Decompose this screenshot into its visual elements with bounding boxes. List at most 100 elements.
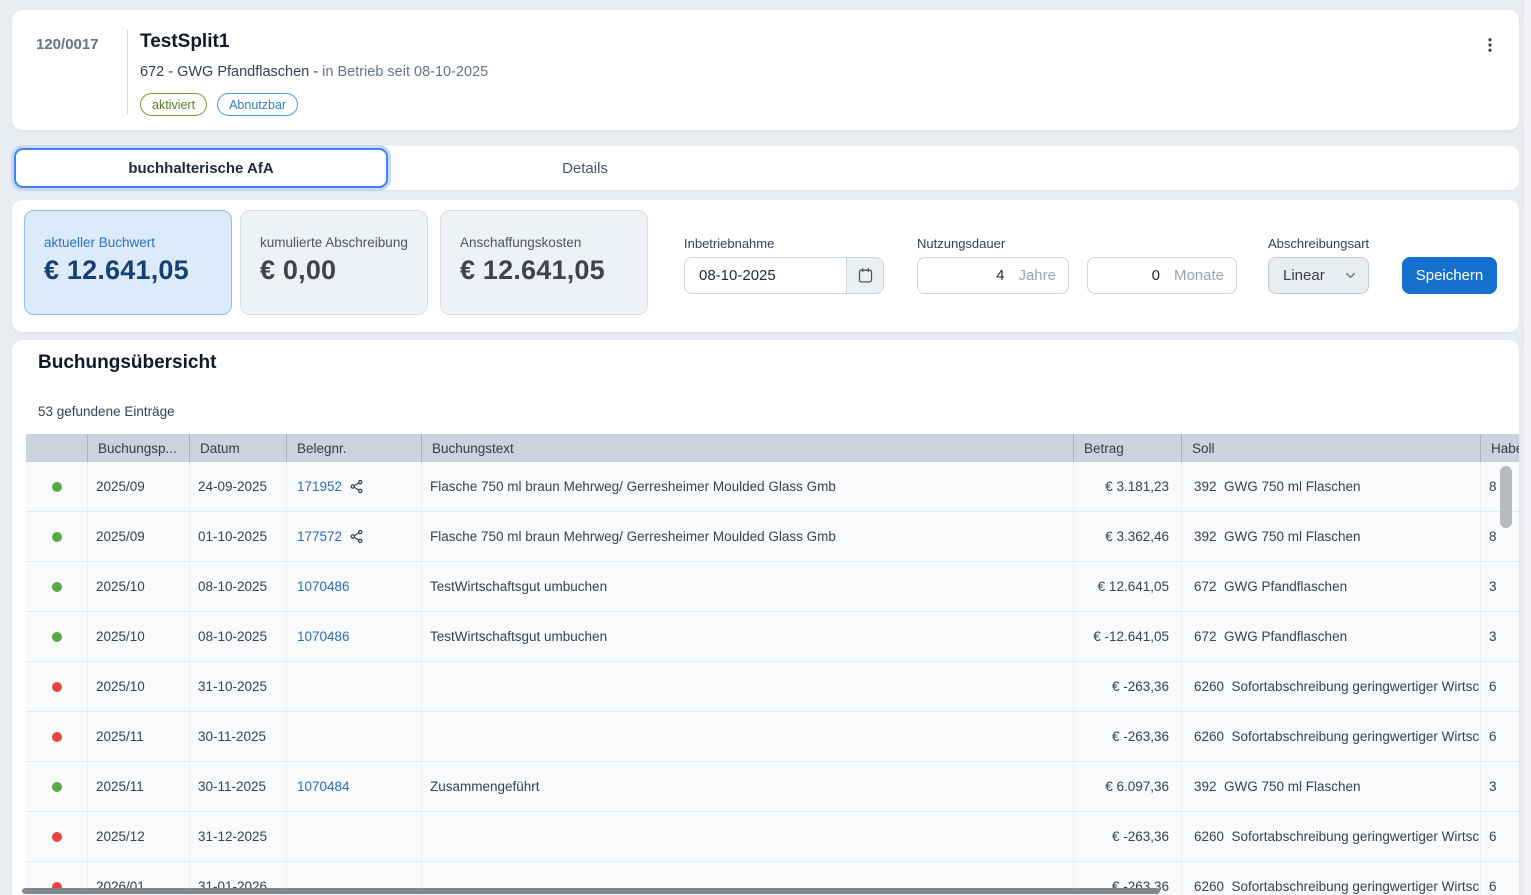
cell-betrag: € -263,36 [1074, 812, 1182, 861]
cell-status [26, 662, 88, 711]
beleg-link[interactable]: 171952 [297, 479, 342, 494]
status-dot [52, 582, 62, 592]
table-row[interactable]: 2025/0924-09-2025 171952 Flasche 750 ml br… [26, 462, 1519, 512]
table-row[interactable]: 2025/0901-10-2025177572Flasche 750 ml br… [26, 512, 1519, 562]
cell-buchungstext: Flasche 750 ml braun Mehrweg/ Gerresheim… [422, 512, 1074, 561]
cell-buchungsperiode: 2025/09 [88, 462, 190, 511]
nutzungsdauer-label: Nutzungsdauer [917, 236, 1005, 251]
asset-subtitle: 672 - GWG Pfandflaschen - in Betrieb sei… [140, 64, 488, 80]
more-options-button[interactable] [1477, 32, 1503, 58]
afa-summary-panel: aktueller Buchwert € 12.641,05 kumuliert… [12, 200, 1519, 332]
cell-buchungstext: Zusammengeführt [422, 762, 1074, 811]
asset-header-card: 120/0017 TestSplit1 672 - GWG Pfandflasc… [12, 10, 1519, 130]
chevron-down-icon [1343, 268, 1358, 283]
bookings-table: Buchungsp... Datum Belegnr. Buchungstext… [26, 434, 1519, 895]
column-header-buchungsperiode[interactable]: Buchungsp... [88, 434, 190, 462]
table-header-row: Buchungsp... Datum Belegnr. Buchungstext… [26, 434, 1519, 462]
monate-input[interactable]: 0 [1100, 267, 1164, 284]
badge-group: aktiviert Abnutzbar [140, 93, 298, 116]
cell-soll: 6260 Sofortabschreibung geringwertiger W… [1182, 662, 1481, 711]
status-dot [52, 632, 62, 642]
inbetriebnahme-input[interactable]: 08-10-2025 [685, 267, 846, 284]
cell-status [26, 512, 88, 561]
cell-betrag: € 3.362,46 [1074, 512, 1182, 561]
card-value: € 0,00 [260, 255, 427, 286]
cell-haben: 6 [1481, 812, 1519, 861]
beleg-link[interactable]: 1070486 [297, 629, 350, 644]
table-row[interactable]: 2025/1231-12-2025€ -263,366260 Sofortabs… [26, 812, 1519, 862]
cell-buchungsperiode: 2025/10 [88, 662, 190, 711]
cell-belegnr: 171952 [287, 462, 422, 511]
table-row[interactable]: 2025/1130-11-20251070484Zusammengeführt€… [26, 762, 1519, 812]
column-header-belegnr[interactable]: Belegnr. [287, 434, 422, 462]
kebab-menu-icon [1481, 36, 1499, 54]
cell-buchungsperiode: 2025/12 [88, 812, 190, 861]
cell-soll: 392 GWG 750 ml Flaschen [1182, 512, 1481, 561]
abschreibungsart-value: Linear [1283, 267, 1325, 284]
cell-buchungstext: TestWirtschaftsgut umbuchen [422, 612, 1074, 661]
status-dot [52, 482, 62, 492]
table-vertical-scrollbar-thumb[interactable] [1500, 466, 1512, 528]
cell-buchungsperiode: 2025/10 [88, 612, 190, 661]
cell-soll: 6260 Sofortabschreibung geringwertiger W… [1182, 712, 1481, 761]
page-scrollbar-track[interactable] [1523, 0, 1531, 895]
column-header-soll[interactable]: Soll [1182, 434, 1481, 462]
monate-suffix: Monate [1174, 267, 1224, 284]
beleg-link[interactable]: 1070484 [297, 779, 350, 794]
table-row[interactable]: 2025/1008-10-20251070486TestWirtschaftsg… [26, 612, 1519, 662]
date-picker-button[interactable] [846, 258, 883, 293]
table-row[interactable]: 2025/1008-10-20251070486TestWirtschaftsg… [26, 562, 1519, 612]
status-dot [52, 782, 62, 792]
abschreibungsart-label: Abschreibungsart [1268, 236, 1369, 251]
card-anschaffungskosten: Anschaffungskosten € 12.641,05 [440, 210, 648, 315]
beleg-link[interactable]: 1070486 [297, 579, 350, 594]
horizontal-scrollbar-thumb[interactable] [22, 888, 1160, 894]
jahre-suffix: Jahre [1018, 267, 1056, 284]
cell-buchungstext [422, 812, 1074, 861]
header-divider [127, 30, 128, 114]
nutzungsdauer-monate-field[interactable]: 0 Monate [1087, 257, 1237, 294]
cell-betrag: € -12.641,05 [1074, 612, 1182, 661]
cell-soll: 392 GWG 750 ml Flaschen [1182, 762, 1481, 811]
table-row[interactable]: 2025/1130-11-2025 € -263,366260 Sofortabs… [26, 712, 1519, 762]
column-header-betrag[interactable]: Betrag [1074, 434, 1182, 462]
table-row[interactable]: 2025/1031-10-2025 € -263,366260 Sofortabs… [26, 662, 1519, 712]
cell-buchungstext: Flasche 750 ml braun Mehrweg/ Gerresheim… [422, 462, 1074, 511]
tab-buchhalterische-afa[interactable]: buchhalterische AfA [14, 148, 388, 188]
column-header-haben[interactable]: Haben [1481, 434, 1519, 462]
column-header-datum[interactable]: Datum [190, 434, 287, 462]
cell-datum: 30-11-2025 [190, 712, 287, 761]
column-header-buchungstext[interactable]: Buchungstext [422, 434, 1074, 462]
cell-status [26, 462, 88, 511]
cell-buchungsperiode: 2025/10 [88, 562, 190, 611]
cell-betrag: € -263,36 [1074, 712, 1182, 761]
jahre-input[interactable]: 4 [930, 267, 1008, 284]
beleg-link[interactable]: 177572 [297, 529, 342, 544]
cell-betrag: € -263,36 [1074, 662, 1182, 711]
cell-status [26, 762, 88, 811]
cell-haben: 6 [1481, 862, 1519, 895]
cell-soll: 672 GWG Pfandflaschen [1182, 612, 1481, 661]
buchungsuebersicht-panel: Buchungsübersicht 53 gefundene Einträge … [12, 340, 1519, 895]
cell-belegnr: 1070486 [287, 612, 422, 661]
cell-datum: 31-10-2025 [190, 662, 287, 711]
cell-belegnr: 177572 [287, 512, 422, 561]
cell-haben: 3 [1481, 762, 1519, 811]
card-kumulierte-abschreibung: kumulierte Abschreibung € 0,00 [240, 210, 428, 315]
abschreibungsart-select[interactable]: Linear [1268, 257, 1369, 294]
nutzungsdauer-jahre-field[interactable]: 4 Jahre [917, 257, 1069, 294]
cell-datum: 01-10-2025 [190, 512, 287, 561]
share-icon[interactable] [349, 479, 364, 494]
cell-buchungstext [422, 712, 1074, 761]
cell-datum: 24-09-2025 [190, 462, 287, 511]
tab-details[interactable]: Details [390, 146, 780, 190]
inbetriebnahme-field: 08-10-2025 [684, 257, 884, 294]
cell-buchungsperiode: 2025/11 [88, 712, 190, 761]
cell-status [26, 812, 88, 861]
cell-soll: 6260 Sofortabschreibung geringwertiger W… [1182, 862, 1481, 895]
status-dot [52, 832, 62, 842]
card-label: Anschaffungskosten [460, 235, 647, 250]
save-button[interactable]: Speichern [1402, 257, 1497, 294]
share-icon[interactable] [349, 529, 364, 544]
cell-haben: 3 [1481, 562, 1519, 611]
